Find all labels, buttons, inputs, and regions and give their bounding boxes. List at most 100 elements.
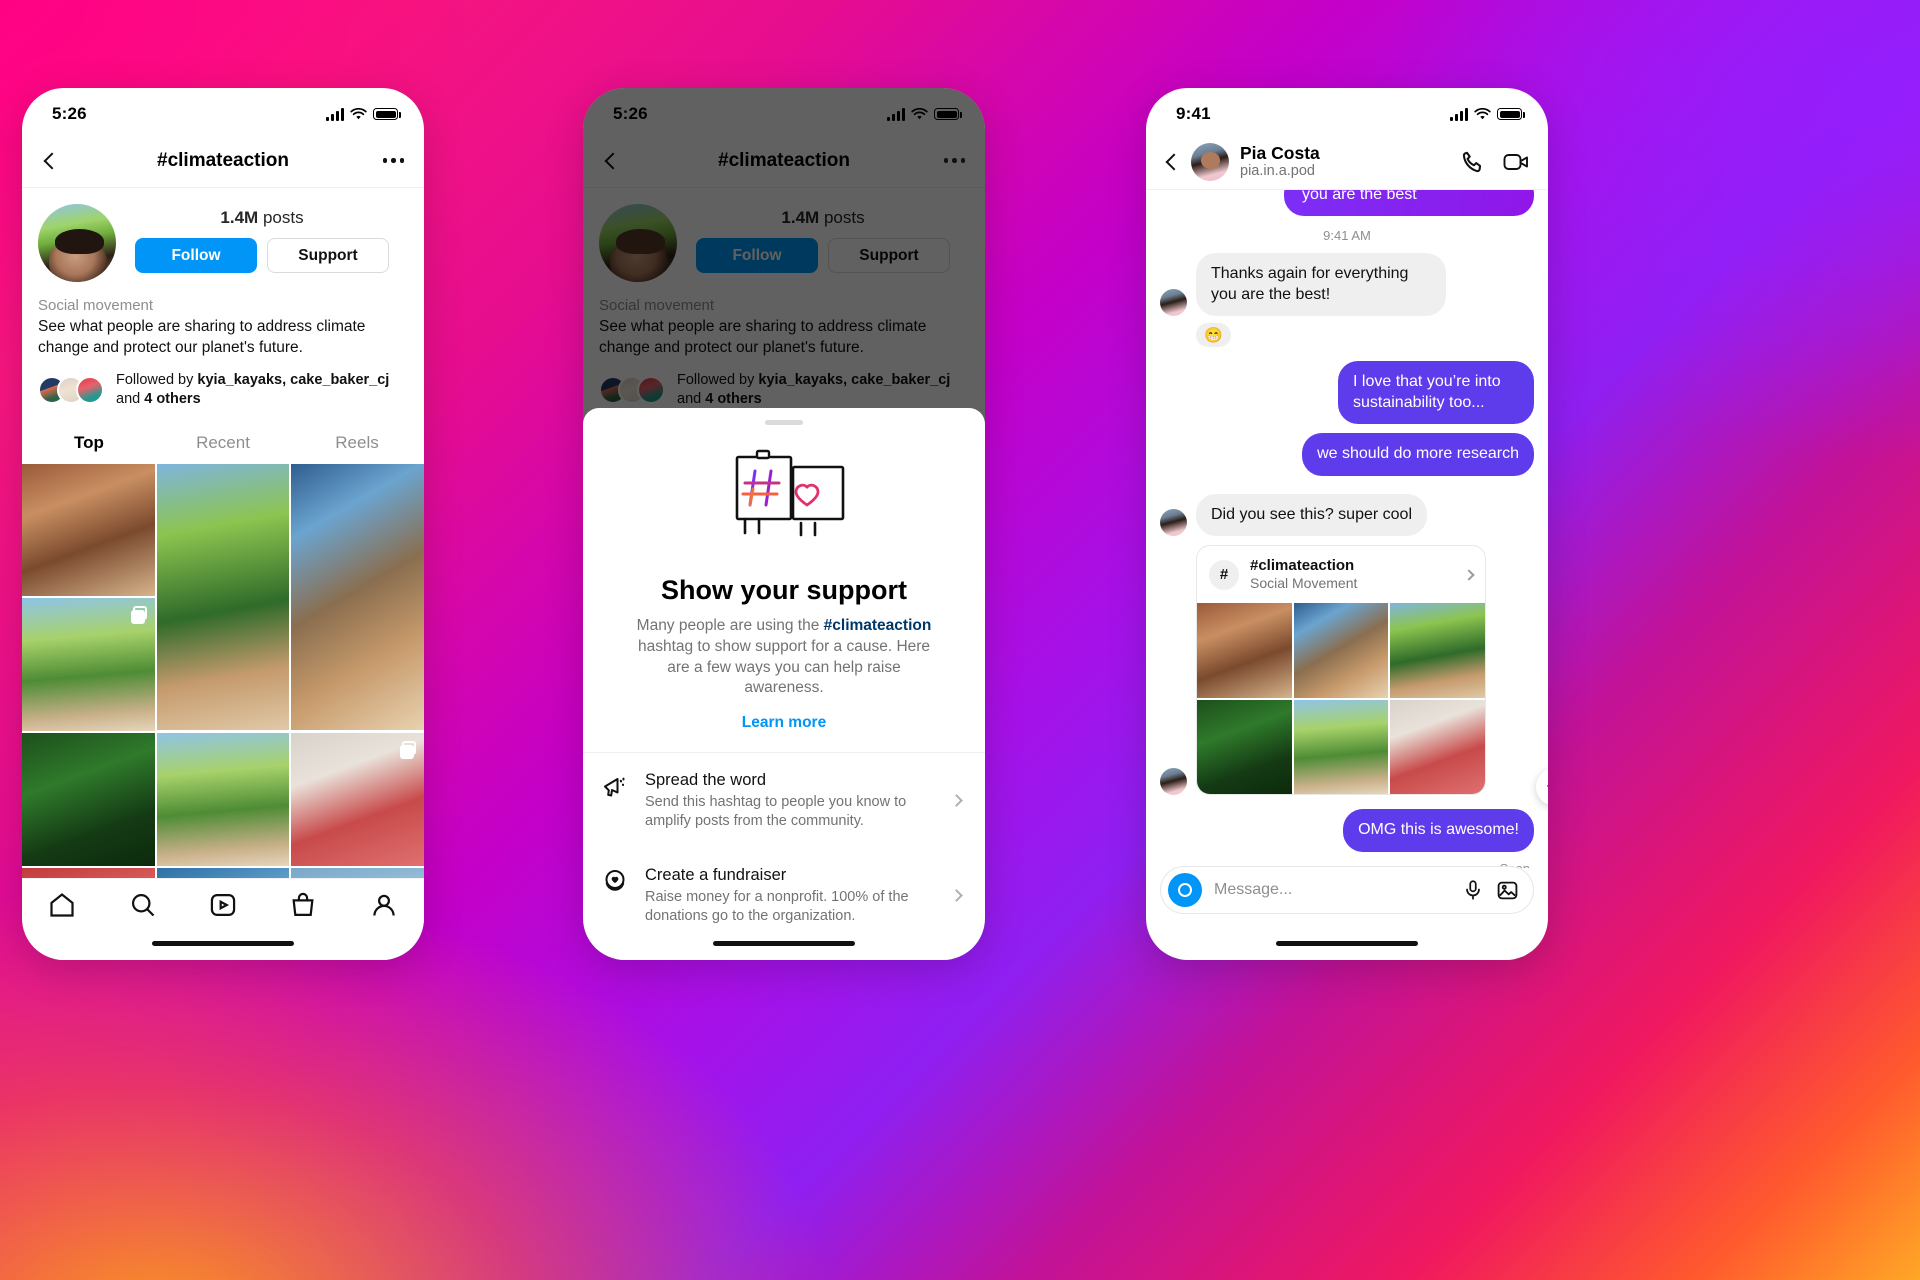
message-row: Thanks again for everything you are the … <box>1160 253 1534 317</box>
message-bubble-incoming[interactable]: Did you see this? super cool <box>1196 493 1427 537</box>
hashtag-card-header: # #climateaction Social Movement <box>1197 546 1485 603</box>
option-description: Send this hashtag to people you know to … <box>645 793 907 829</box>
camera-icon[interactable] <box>1168 873 1202 907</box>
grid-item[interactable] <box>1293 699 1389 795</box>
hashtag-card-subtitle: Social Movement <box>1250 575 1358 592</box>
category-label: Social movement <box>38 297 154 314</box>
grid-item[interactable] <box>156 463 290 731</box>
send-icon[interactable] <box>1536 768 1548 806</box>
post-count-value: 1.4M <box>220 208 259 227</box>
home-indicator <box>1276 941 1418 946</box>
content-tabs: Top Recent Reels <box>22 423 424 464</box>
hashtag-card-grid <box>1197 603 1485 795</box>
search-icon[interactable] <box>129 891 157 919</box>
option-spread-the-word[interactable]: Spread the word Send this hashtag to peo… <box>583 753 985 848</box>
followed-by-row[interactable]: Followed by kyia_kayaks, cake_baker_cj a… <box>22 359 424 409</box>
profile-stats: 1.4M posts Follow Support <box>116 204 408 273</box>
dm-actions <box>1460 149 1530 175</box>
more-options-icon[interactable] <box>382 158 404 163</box>
message-composer[interactable]: Message... <box>1160 866 1534 914</box>
follow-button[interactable]: Follow <box>135 238 257 273</box>
reels-icon[interactable] <box>209 891 237 919</box>
more-options-icon[interactable] <box>943 158 965 163</box>
message-bubble-outgoing[interactable]: we should do more research <box>1302 433 1534 476</box>
tab-top[interactable]: Top <box>22 423 156 464</box>
grid-item[interactable] <box>22 598 155 732</box>
megaphone-icon <box>601 772 629 800</box>
gallery-icon[interactable] <box>1496 879 1519 902</box>
signal-bars-icon <box>326 107 344 121</box>
status-indicators <box>1450 107 1525 121</box>
message-input[interactable]: Message... <box>1214 881 1450 899</box>
chevron-right-icon <box>950 794 963 808</box>
shop-icon[interactable] <box>289 891 317 919</box>
hashtag-card-text: #climateaction Social Movement <box>1250 557 1357 592</box>
phone-call-icon[interactable] <box>1460 149 1486 175</box>
learn-more-link[interactable]: Learn more <box>583 714 985 732</box>
grid-item[interactable] <box>22 463 155 597</box>
message-reaction-row: 😁 <box>1160 323 1534 348</box>
sheet-body-part2: hashtag to show support for a cause. Her… <box>637 637 931 697</box>
chevron-left-icon[interactable] <box>43 152 61 169</box>
hashtag-preview-card[interactable]: # #climateaction Social Movement <box>1196 545 1486 796</box>
support-bottom-sheet: Show your support Many people are using … <box>583 408 985 960</box>
tab-reels[interactable]: Reels <box>290 423 424 464</box>
chevron-right-icon <box>950 889 963 903</box>
status-bar: 9:41 <box>1146 88 1548 134</box>
avatar <box>76 375 104 404</box>
grid-item[interactable] <box>1390 603 1485 698</box>
message-bubble-outgoing[interactable]: I love that you’re into sustainability t… <box>1338 361 1534 425</box>
message-bubble-outgoing[interactable]: you are the best <box>1284 190 1534 217</box>
sheet-title: Show your support <box>661 575 907 605</box>
message-bubble-incoming[interactable]: Thanks again for everything you are the … <box>1196 253 1446 317</box>
page-title: #climateaction <box>157 149 289 171</box>
reaction-emoji[interactable]: 😁 <box>1196 323 1231 348</box>
sheet-grabber[interactable] <box>765 420 803 425</box>
avatar <box>1160 768 1187 796</box>
avatar <box>1160 289 1187 317</box>
grid-item[interactable] <box>22 733 155 866</box>
grid-item[interactable] <box>1293 603 1389 698</box>
carousel-icon <box>400 741 416 760</box>
followed-suffix: and <box>116 390 145 407</box>
message-thread[interactable]: you are the best 9:41 AM Thanks again fo… <box>1146 190 1548 868</box>
video-call-icon[interactable] <box>1502 149 1530 175</box>
grid-item[interactable] <box>291 733 424 866</box>
message-row-attachment: # #climateaction Social Movement <box>1160 545 1534 796</box>
hashtag-icon: # <box>1209 559 1239 590</box>
grid-item[interactable] <box>1390 699 1485 795</box>
facepile <box>38 375 104 404</box>
grid-item[interactable] <box>1197 699 1292 795</box>
option-title: Spread the word <box>645 771 767 790</box>
sheet-body-hashtag[interactable]: #climateaction <box>824 617 932 634</box>
profile-icon[interactable] <box>370 891 398 919</box>
message-bubble-outgoing[interactable]: OMG this is awesome! <box>1343 809 1534 852</box>
option-create-a-fundraiser[interactable]: Create a fundraiser Raise money for a no… <box>583 848 985 943</box>
phone-hashtag-page: 5:26 #climateaction 1.4M posts Follow Su… <box>22 88 424 960</box>
option-text: Spread the word Send this hashtag to peo… <box>645 770 936 831</box>
followed-names: kyia_kayaks, cake_baker_cj <box>197 372 390 389</box>
avatar[interactable] <box>1191 142 1229 181</box>
grid-item[interactable] <box>291 463 424 731</box>
tab-recent[interactable]: Recent <box>156 423 290 464</box>
message-row: we should do more research <box>1160 433 1534 476</box>
dm-contact-username: pia.in.a.pod <box>1240 162 1315 179</box>
chevron-left-icon[interactable] <box>1165 153 1183 170</box>
support-button[interactable]: Support <box>267 238 389 273</box>
grid-item[interactable] <box>1197 603 1292 698</box>
signal-bars-icon <box>1450 107 1468 121</box>
grid-item[interactable] <box>156 733 290 866</box>
home-icon[interactable] <box>48 891 76 919</box>
dm-identity[interactable]: Pia Costa pia.in.a.pod <box>1240 143 1320 181</box>
sheet-body: Many people are using the #climateaction… <box>583 606 985 699</box>
microphone-icon[interactable] <box>1462 879 1484 901</box>
message-row: OMG this is awesome! <box>1160 809 1534 852</box>
option-title: Create a fundraiser <box>645 866 787 885</box>
fundraiser-heart-icon <box>601 867 629 895</box>
profile-row: 1.4M posts Follow Support <box>22 188 424 282</box>
message-row: Did you see this? super cool <box>1160 493 1534 537</box>
followed-others: 4 others <box>144 390 201 407</box>
status-time: 5:26 <box>52 104 87 123</box>
avatar <box>1160 509 1187 537</box>
message-row: I love that you’re into sustainability t… <box>1160 361 1534 425</box>
